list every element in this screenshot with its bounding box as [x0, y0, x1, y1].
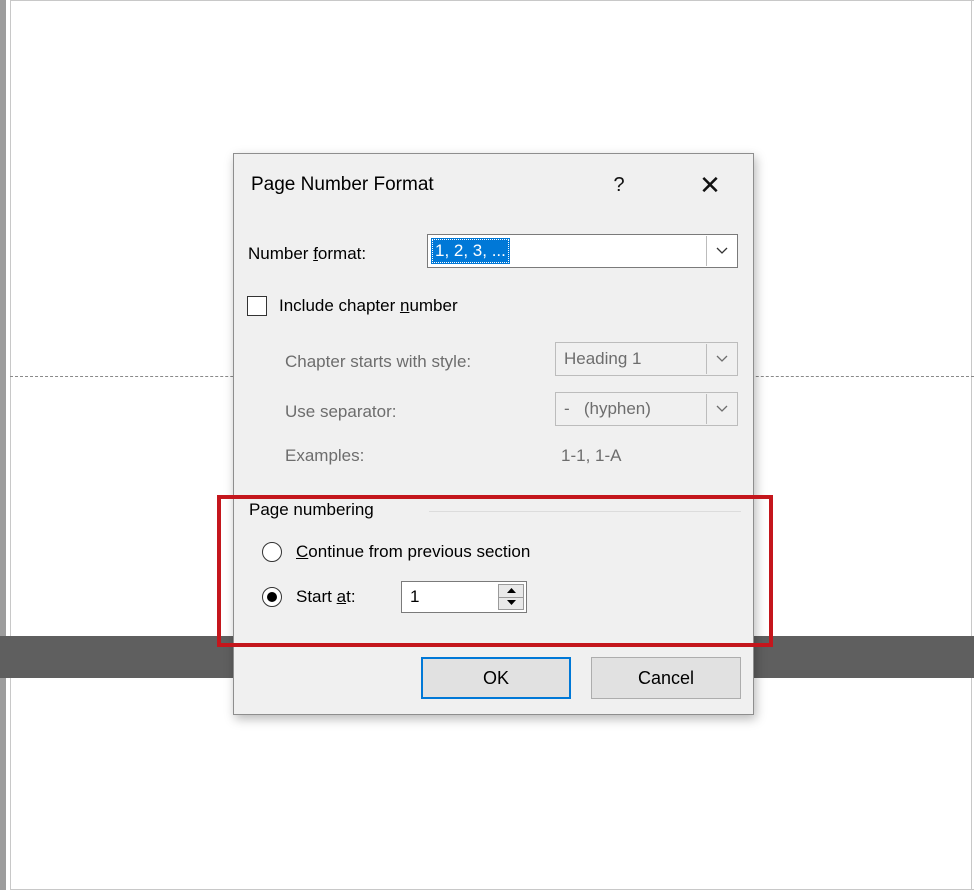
include-chapter-checkbox[interactable] [247, 296, 267, 316]
chapter-style-dropdown-button[interactable] [706, 344, 736, 374]
radio-selected-dot [267, 592, 277, 602]
include-chapter-label[interactable]: Include chapter number [279, 296, 458, 316]
number-format-select[interactable]: 1, 2, 3, ... [427, 234, 738, 268]
dialog-title: Page Number Format [251, 174, 434, 195]
continue-label[interactable]: Continue from previous section [296, 542, 530, 562]
start-at-spinner[interactable]: 1 [401, 581, 527, 613]
document-top-border [10, 0, 974, 7]
close-icon: ✕ [699, 170, 721, 200]
spin-down-button[interactable] [499, 597, 523, 609]
spin-up-icon [506, 588, 516, 593]
help-button[interactable]: ? [604, 168, 634, 202]
page-number-format-dialog: Page Number Format ? ✕ Number format: 1,… [233, 153, 754, 715]
examples-value: 1-1, 1-A [561, 446, 622, 465]
chapter-style-select[interactable]: Heading 1 [555, 342, 738, 376]
group-divider [429, 511, 741, 512]
chevron-down-icon [716, 355, 727, 362]
start-at-value[interactable]: 1 [410, 582, 419, 612]
separator-select[interactable]: - (hyphen) [555, 392, 738, 426]
document-margin [6, 0, 11, 890]
cancel-button[interactable]: Cancel [591, 657, 741, 699]
number-format-value: 1, 2, 3, ... [431, 238, 510, 264]
spin-buttons [498, 584, 524, 610]
start-at-label[interactable]: Start at: [296, 587, 356, 607]
chevron-down-icon [716, 405, 727, 412]
chevron-down-icon [716, 247, 727, 254]
spin-down-icon [506, 600, 516, 605]
separator-dropdown-button[interactable] [706, 394, 736, 424]
start-at-radio[interactable] [262, 587, 282, 607]
number-format-label: Number format: [248, 244, 367, 263]
number-format-dropdown-button[interactable] [706, 236, 736, 266]
page-numbering-group-title: Page numbering [249, 500, 380, 520]
ok-button[interactable]: OK [421, 657, 571, 699]
continue-radio[interactable] [262, 542, 282, 562]
separator-value: - (hyphen) [564, 399, 651, 418]
chapter-style-value: Heading 1 [564, 349, 642, 368]
chapter-style-label: Chapter starts with style: [285, 352, 472, 371]
separator-label: Use separator: [285, 402, 397, 421]
close-button[interactable]: ✕ [692, 168, 728, 202]
examples-label: Examples: [285, 446, 365, 465]
